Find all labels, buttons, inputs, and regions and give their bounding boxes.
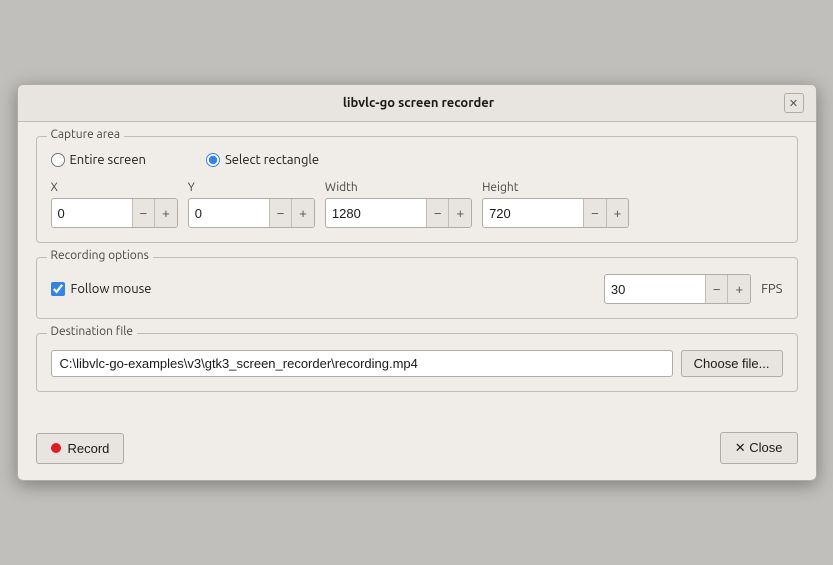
width-decrement-button[interactable]: − (426, 199, 449, 227)
width-spinbox: − + (325, 198, 472, 228)
y-group: Y − + (188, 181, 315, 228)
capture-area-group: Capture area Entire screen Select rectan… (36, 136, 798, 243)
x-label: X (51, 181, 178, 194)
recording-row: Follow mouse − + FPS (51, 274, 783, 304)
height-group: Height − + (482, 181, 629, 228)
y-increment-button[interactable]: + (291, 199, 314, 227)
dialog-title: libvlc-go screen recorder (54, 96, 784, 110)
main-dialog: libvlc-go screen recorder ✕ Capture area… (17, 84, 817, 481)
height-increment-button[interactable]: + (606, 199, 629, 227)
recording-options-group: Recording options Follow mouse − + FPS (36, 257, 798, 319)
x-group: X − + (51, 181, 178, 228)
y-decrement-button[interactable]: − (269, 199, 292, 227)
title-bar: libvlc-go screen recorder ✕ (18, 85, 816, 122)
dest-row: Choose file... (51, 350, 783, 377)
width-input[interactable] (326, 202, 426, 225)
x-decrement-button[interactable]: − (132, 199, 155, 227)
follow-mouse-checkbox[interactable] (51, 282, 65, 296)
x-increment-button[interactable]: + (154, 199, 177, 227)
entire-screen-label: Entire screen (70, 153, 146, 167)
dialog-content: Capture area Entire screen Select rectan… (18, 122, 816, 422)
fps-group: − + FPS (604, 274, 783, 304)
height-decrement-button[interactable]: − (583, 199, 606, 227)
fps-increment-button[interactable]: + (727, 275, 750, 303)
fps-spinbox: − + (604, 274, 751, 304)
x-spinbox: − + (51, 198, 178, 228)
width-group: Width − + (325, 181, 472, 228)
height-spinbox: − + (482, 198, 629, 228)
coords-row: X − + Y − + (51, 181, 783, 228)
x-input[interactable] (52, 202, 132, 225)
destination-file-legend: Destination file (47, 325, 137, 338)
capture-area-rows: Entire screen Select rectangle X − (51, 147, 783, 228)
height-input[interactable] (483, 202, 583, 225)
title-bar-close-button[interactable]: ✕ (784, 93, 804, 113)
follow-mouse-option[interactable]: Follow mouse (51, 282, 152, 296)
y-label: Y (188, 181, 315, 194)
dialog-footer: Record ✕ Close (18, 422, 816, 480)
fps-input[interactable] (605, 278, 705, 301)
record-button[interactable]: Record (36, 433, 125, 464)
width-increment-button[interactable]: + (448, 199, 471, 227)
width-label: Width (325, 181, 472, 194)
close-button[interactable]: ✕ Close (720, 432, 798, 464)
follow-mouse-label: Follow mouse (71, 282, 152, 296)
y-spinbox: − + (188, 198, 315, 228)
record-button-label: Record (68, 441, 110, 456)
record-dot-icon (51, 443, 61, 453)
capture-area-legend: Capture area (47, 128, 125, 141)
entire-screen-radio[interactable] (51, 153, 65, 167)
select-rectangle-option[interactable]: Select rectangle (206, 153, 319, 167)
destination-file-group: Destination file Choose file... (36, 333, 798, 392)
capture-radio-row: Entire screen Select rectangle (51, 153, 783, 167)
dest-path-input[interactable] (51, 350, 673, 377)
fps-label: FPS (761, 282, 782, 296)
height-label: Height (482, 181, 629, 194)
entire-screen-option[interactable]: Entire screen (51, 153, 146, 167)
y-input[interactable] (189, 202, 269, 225)
fps-decrement-button[interactable]: − (705, 275, 728, 303)
choose-file-button[interactable]: Choose file... (681, 350, 783, 377)
select-rectangle-label: Select rectangle (225, 153, 319, 167)
select-rectangle-radio[interactable] (206, 153, 220, 167)
recording-options-legend: Recording options (47, 249, 153, 262)
